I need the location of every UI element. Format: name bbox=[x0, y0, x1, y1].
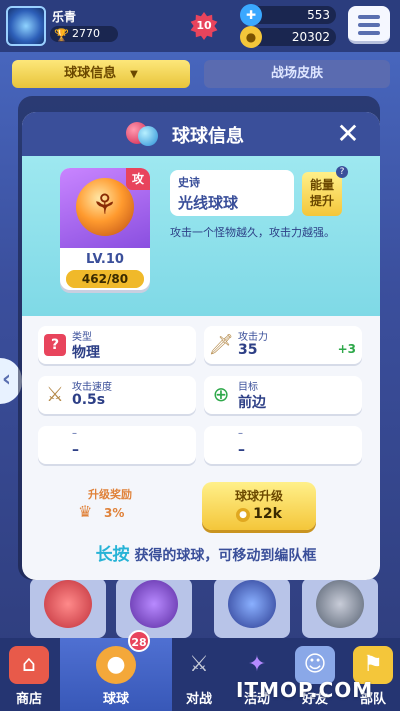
stat-label: – bbox=[238, 428, 243, 439]
notification-badge: 28 bbox=[128, 630, 150, 652]
crown-icon: ♛ bbox=[78, 502, 93, 521]
ball-card: 攻 LV.10 462/80 bbox=[60, 168, 150, 290]
energy-plus-icon: ✚ bbox=[240, 4, 262, 26]
sword-icon: 🗡 bbox=[208, 332, 234, 356]
upgrade-reward-label: 升级奖励 bbox=[88, 488, 132, 501]
hint-text: 长按 获得的球球，可移动到编队框 bbox=[56, 540, 356, 565]
stat-label: 攻击速度 bbox=[72, 382, 112, 393]
rarity-label: 史诗 bbox=[178, 176, 200, 189]
nav-battle[interactable]: ⚔ 对战 bbox=[170, 638, 228, 711]
coin-icon: ● bbox=[240, 26, 262, 48]
menu-icon bbox=[358, 15, 380, 19]
trophy-value: 2770 bbox=[72, 27, 100, 40]
level-badge: 10 bbox=[190, 12, 218, 40]
attack-tag: 攻 bbox=[126, 168, 150, 190]
energy-value: 553 bbox=[307, 8, 330, 22]
menu-button[interactable] bbox=[348, 6, 390, 44]
caret-down-icon: ▼ bbox=[130, 69, 138, 80]
coin-icon: ● bbox=[236, 508, 251, 522]
stat-label: 目标 bbox=[238, 382, 258, 393]
nav-label: 球球 bbox=[102, 692, 129, 707]
hint-emphasis: 长按 bbox=[95, 545, 130, 565]
nav-label: 商店 bbox=[15, 692, 42, 707]
stat-empty: – – bbox=[38, 426, 196, 464]
light-ball-icon bbox=[76, 178, 134, 236]
coin-counter[interactable]: ● 20302 bbox=[240, 26, 336, 48]
progress-text: 462/80 bbox=[81, 272, 129, 286]
stat-type: ? 类型 物理 bbox=[38, 326, 196, 364]
ball-info-modal: 球球信息 ✕ 攻 LV.10 462/80 史诗 光线球球 能量提升 ? 攻击一… bbox=[22, 112, 380, 580]
battle-icon: ⚔ bbox=[189, 652, 209, 677]
modal-header: 球球信息 ✕ bbox=[22, 112, 380, 156]
stat-label: 攻击力 bbox=[238, 332, 268, 343]
upgrade-ball-button[interactable]: 球球升级 ● 12k bbox=[202, 482, 316, 530]
watermark: ITMOP.COM bbox=[236, 678, 374, 702]
ball-card-slot[interactable] bbox=[302, 578, 378, 638]
coin-value: 20302 bbox=[291, 30, 330, 44]
trophy-icon: 🏆 bbox=[54, 28, 69, 42]
tab-battle-skin[interactable]: 战场皮肤 bbox=[204, 60, 390, 88]
monster-ball-icon bbox=[44, 580, 92, 628]
tab-ball-info[interactable]: 球球信息 ▼ bbox=[12, 60, 190, 88]
ball-level: LV.10 bbox=[86, 252, 124, 267]
stat-target: ⊕ 目标 前边 bbox=[204, 376, 362, 414]
ball-card-slot[interactable] bbox=[30, 578, 106, 638]
crossed-swords-icon: ⚔ bbox=[46, 382, 64, 406]
stat-label: – bbox=[72, 428, 77, 439]
nav-label: 对战 bbox=[185, 692, 212, 707]
stat-value: – bbox=[238, 442, 245, 458]
upgrade-cost-value: 12k bbox=[253, 506, 282, 522]
trophy-counter: 🏆 2770 bbox=[50, 26, 118, 42]
stat-attack-speed: ⚔ 攻击速度 0.5s bbox=[38, 376, 196, 414]
nav-shop[interactable]: ⌂ 商店 bbox=[0, 638, 58, 711]
stat-value: 35 bbox=[238, 342, 258, 358]
stat-value: 0.5s bbox=[72, 392, 106, 408]
shop-icon: ⌂ bbox=[9, 646, 49, 684]
stat-value: 前边 bbox=[238, 395, 266, 411]
vortex-ball-icon bbox=[228, 580, 276, 628]
ball-name-box: 史诗 光线球球 bbox=[170, 170, 294, 216]
wind-ball-icon bbox=[316, 580, 364, 628]
top-bar: 乐青 🏆 2770 10 ✚ 553 ● 20302 bbox=[0, 0, 400, 52]
upgrade-reward-value: 3% bbox=[104, 506, 125, 520]
close-icon[interactable]: ✕ bbox=[332, 118, 364, 150]
tab-ball-info-label: 球球信息 bbox=[64, 66, 117, 81]
hint-rest: 获得的球球，可移动到编队框 bbox=[134, 548, 317, 564]
question-icon: ? bbox=[44, 334, 66, 356]
ball-description: 攻击一个怪物越久，攻击力越强。 bbox=[170, 226, 335, 239]
vortex-ball-icon bbox=[130, 580, 178, 628]
energy-upgrade-button[interactable]: 能量提升 bbox=[302, 172, 342, 216]
ball-card-slot[interactable] bbox=[214, 578, 290, 638]
player-name: 乐青 bbox=[52, 10, 77, 24]
upgrade-cost: ● 12k bbox=[202, 506, 316, 522]
ball-card-slot[interactable] bbox=[116, 578, 192, 638]
help-icon[interactable]: ? bbox=[336, 166, 348, 178]
modal-title: 球球信息 bbox=[172, 126, 244, 147]
ball-name: 光线球球 bbox=[178, 194, 239, 212]
balls-icon bbox=[126, 120, 162, 148]
stat-attack: 🗡 攻击力 35 +3 bbox=[204, 326, 362, 364]
ball-icon: ● bbox=[96, 646, 136, 684]
stat-empty: – – bbox=[204, 426, 362, 464]
stat-value: – bbox=[72, 442, 79, 458]
avatar[interactable] bbox=[6, 6, 46, 46]
upgrade-label: 球球升级 bbox=[234, 489, 283, 503]
nav-balls[interactable]: ● 球球 bbox=[60, 638, 172, 711]
energy-upgrade-label: 能量提升 bbox=[309, 178, 334, 208]
level-progress: 462/80 bbox=[66, 270, 144, 288]
stat-label: 类型 bbox=[72, 332, 92, 343]
stat-value: 物理 bbox=[72, 345, 100, 361]
target-icon: ⊕ bbox=[212, 382, 230, 406]
stat-bonus: +3 bbox=[337, 342, 356, 356]
energy-counter[interactable]: ✚ 553 bbox=[240, 4, 336, 26]
